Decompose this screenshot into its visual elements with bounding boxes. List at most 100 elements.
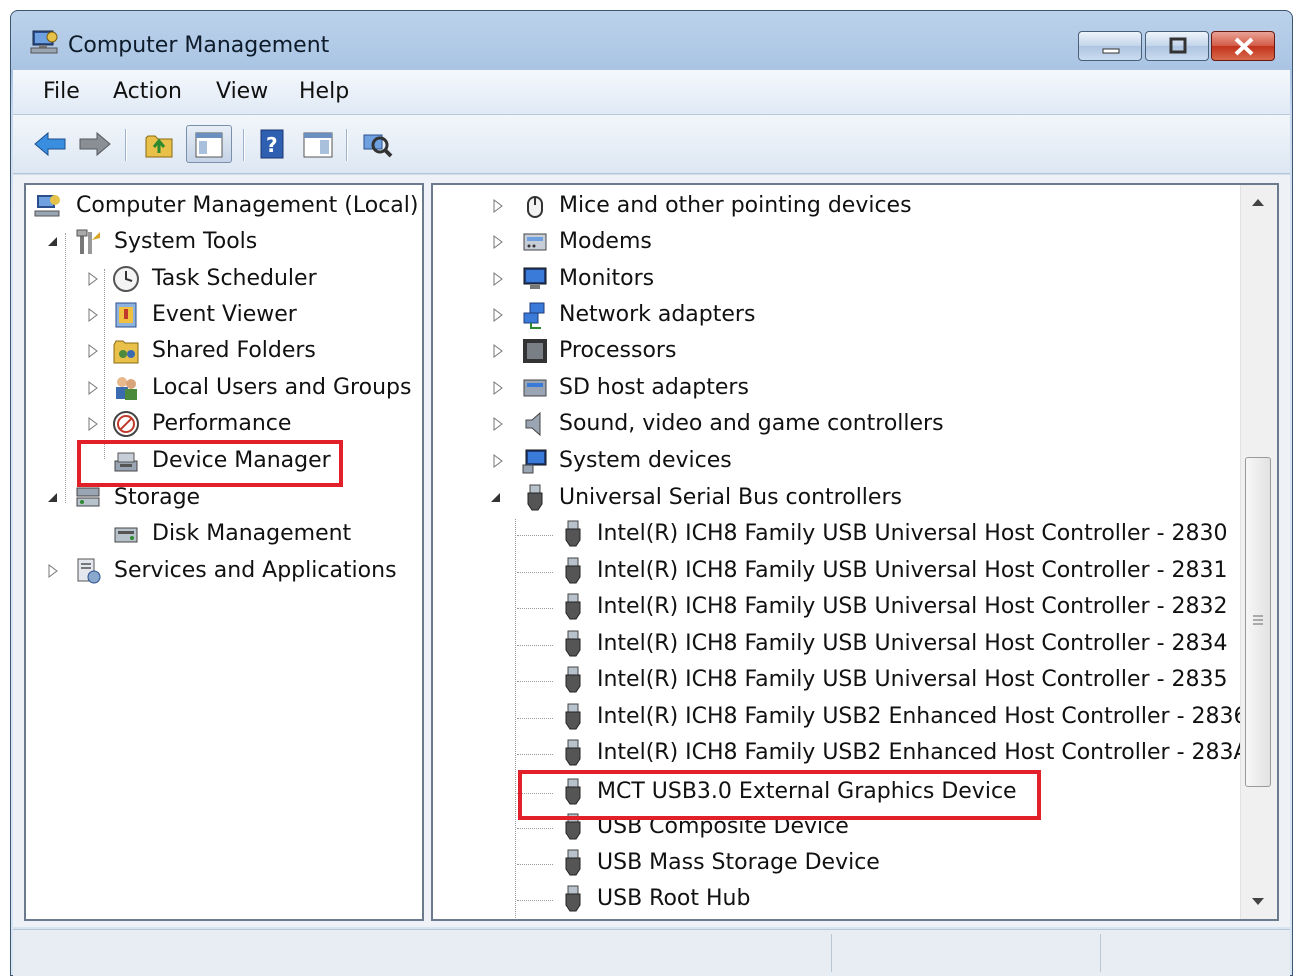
tree-item-performance[interactable]: Performance <box>26 408 422 442</box>
expand-arrow-icon[interactable] <box>491 453 505 469</box>
device-category-usb-controllers[interactable]: Universal Serial Bus controllers <box>433 482 1243 516</box>
device-category-label: Processors <box>559 338 677 363</box>
device-category-modems[interactable]: Modems <box>433 226 1243 260</box>
usb-device-label: Intel(R) ICH8 Family USB Universal Host … <box>597 631 1228 656</box>
scan-for-hardware-button[interactable] <box>358 125 396 163</box>
device-category-monitors[interactable]: Monitors <box>433 263 1243 297</box>
expand-arrow-icon[interactable] <box>86 271 100 287</box>
expand-arrow-icon[interactable] <box>491 343 505 359</box>
tree-label: Computer Management (Local) <box>76 193 419 218</box>
usb-device-item[interactable]: Intel(R) ICH8 Family USB Universal Host … <box>433 664 1243 698</box>
scroll-down-arrow-icon[interactable] <box>1252 898 1264 905</box>
tree-item-root[interactable]: Computer Management (Local) <box>26 190 422 224</box>
expand-arrow-icon[interactable] <box>46 563 60 579</box>
up-one-level-button[interactable] <box>140 125 178 163</box>
usb-plug-icon <box>559 739 587 767</box>
title-bar[interactable]: Computer Management <box>11 11 1292 67</box>
status-segment <box>1100 934 1287 972</box>
usb-device-label: Intel(R) ICH8 Family USB2 Enhanced Host … <box>597 704 1248 729</box>
collapse-arrow-icon[interactable] <box>46 490 60 506</box>
expand-arrow-icon[interactable] <box>86 307 100 323</box>
expand-arrow-icon[interactable] <box>86 380 100 396</box>
up-folder-icon <box>145 135 173 158</box>
forward-button[interactable] <box>76 125 114 163</box>
tree-item-services-applications[interactable]: Services and Applications <box>26 555 422 589</box>
collapse-arrow-icon[interactable] <box>46 234 60 250</box>
device-category-system-devices[interactable]: System devices <box>433 445 1243 479</box>
usb-device-item[interactable]: USB Root Hub <box>433 883 1243 917</box>
usb-device-label: Intel(R) ICH8 Family USB Universal Host … <box>597 594 1228 619</box>
usb-plug-icon <box>559 849 587 877</box>
device-category-processors[interactable]: Processors <box>433 335 1243 369</box>
device-category-mice[interactable]: Mice and other pointing devices <box>433 190 1243 224</box>
help-button[interactable]: ? <box>253 125 291 163</box>
usb-plug-icon <box>559 520 587 548</box>
usb-device-item[interactable]: Intel(R) ICH8 Family USB Universal Host … <box>433 555 1243 589</box>
scrollbar-thumb[interactable] <box>1245 457 1271 787</box>
storage-icon <box>74 484 102 512</box>
close-button[interactable] <box>1211 31 1275 61</box>
minimize-icon <box>1102 48 1120 54</box>
disk-management-icon <box>112 520 140 548</box>
tree-item-event-viewer[interactable]: Event Viewer <box>26 299 422 333</box>
monitor-icon <box>521 265 549 293</box>
device-category-label: Sound, video and game controllers <box>559 411 944 436</box>
tree-label: System Tools <box>114 229 258 254</box>
tree-item-local-users-groups[interactable]: Local Users and Groups <box>26 372 422 406</box>
scan-hardware-icon <box>363 134 393 158</box>
device-list-pane: Mice and other pointing devices Modems M… <box>431 183 1279 921</box>
usb-device-label: USB Mass Storage Device <box>597 850 880 875</box>
device-category-network-adapters[interactable]: Network adapters <box>433 299 1243 333</box>
back-button[interactable] <box>31 125 69 163</box>
tree-item-disk-management[interactable]: Disk Management <box>26 518 422 552</box>
expand-arrow-icon[interactable] <box>86 343 100 359</box>
show-hide-action-pane-button[interactable] <box>298 125 336 163</box>
usb-device-item[interactable]: Intel(R) ICH8 Family USB Universal Host … <box>433 591 1243 625</box>
tree-item-storage[interactable]: Storage <box>26 482 422 516</box>
collapse-arrow-icon[interactable] <box>489 490 503 506</box>
device-category-sd-host-adapters[interactable]: SD host adapters <box>433 372 1243 406</box>
tree-label: Storage <box>114 485 201 510</box>
users-icon <box>112 374 140 402</box>
device-category-label: Monitors <box>559 266 655 291</box>
menu-help[interactable]: Help <box>299 79 349 104</box>
tree-item-task-scheduler[interactable]: Task Scheduler <box>26 263 422 297</box>
usb-device-item[interactable]: Intel(R) ICH8 Family USB2 Enhanced Host … <box>433 701 1247 735</box>
device-category-sound-video-game[interactable]: Sound, video and game controllers <box>433 408 1243 442</box>
maximize-button[interactable] <box>1145 31 1209 61</box>
system-devices-icon <box>521 447 549 475</box>
device-category-label: SD host adapters <box>559 375 749 400</box>
scroll-up-arrow-icon[interactable] <box>1252 199 1264 206</box>
device-category-label: Mice and other pointing devices <box>559 193 912 218</box>
minimize-button[interactable] <box>1078 31 1142 61</box>
expand-arrow-icon[interactable] <box>491 380 505 396</box>
speaker-icon <box>521 410 549 438</box>
expand-arrow-icon[interactable] <box>86 416 100 432</box>
window-title: Computer Management <box>68 33 330 58</box>
back-arrow-icon <box>34 131 66 157</box>
tree-label: Task Scheduler <box>152 266 317 291</box>
usb-device-item[interactable]: USB Mass Storage Device <box>433 847 1243 881</box>
usb-device-label: Intel(R) ICH8 Family USB Universal Host … <box>597 558 1228 583</box>
usb-plug-icon <box>559 557 587 585</box>
mouse-icon <box>521 192 549 220</box>
expand-arrow-icon[interactable] <box>491 271 505 287</box>
tree-item-system-tools[interactable]: System Tools <box>26 226 422 260</box>
menu-view[interactable]: View <box>216 79 268 104</box>
show-hide-console-tree-button[interactable] <box>186 125 232 163</box>
expand-arrow-icon[interactable] <box>491 198 505 214</box>
toolbar: ? <box>13 115 1290 174</box>
usb-device-item[interactable]: Intel(R) ICH8 Family USB Universal Host … <box>433 518 1243 552</box>
menu-file[interactable]: File <box>43 79 80 104</box>
vertical-scrollbar[interactable] <box>1240 185 1277 919</box>
expand-arrow-icon[interactable] <box>491 307 505 323</box>
usb-device-item[interactable]: Intel(R) ICH8 Family USB2 Enhanced Host … <box>433 737 1249 771</box>
expand-arrow-icon[interactable] <box>491 416 505 432</box>
menu-action[interactable]: Action <box>113 79 182 104</box>
usb-device-label: Intel(R) ICH8 Family USB Universal Host … <box>597 521 1228 546</box>
device-category-label: System devices <box>559 448 732 473</box>
tree-item-shared-folders[interactable]: Shared Folders <box>26 335 422 369</box>
help-icon: ? <box>260 129 284 159</box>
expand-arrow-icon[interactable] <box>491 234 505 250</box>
usb-device-item[interactable]: Intel(R) ICH8 Family USB Universal Host … <box>433 628 1243 662</box>
